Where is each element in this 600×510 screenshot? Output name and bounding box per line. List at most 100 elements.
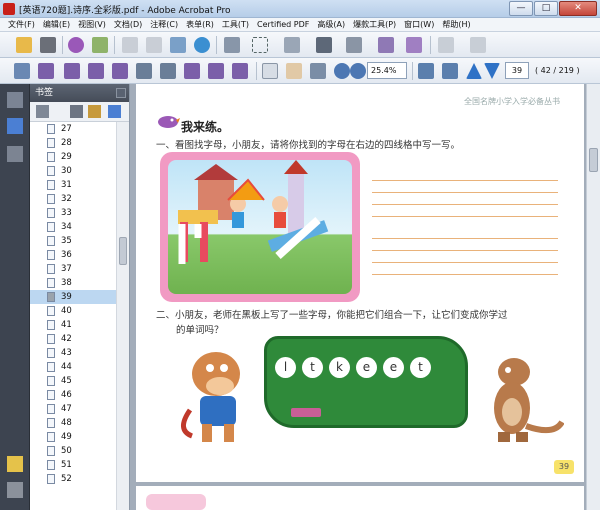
bookmark-item[interactable]: 50 xyxy=(30,444,117,458)
bookmark-item[interactable]: 51 xyxy=(30,458,117,472)
fit-width-icon[interactable] xyxy=(442,63,458,79)
menu-plugin-tools[interactable]: 爆款工具(P) xyxy=(349,19,400,30)
zoom-in-icon[interactable] xyxy=(350,63,366,79)
open-folder-icon[interactable] xyxy=(16,37,32,53)
bookmark-item[interactable]: 45 xyxy=(30,374,117,388)
collapse-panel-icon[interactable] xyxy=(116,88,126,98)
four-line-grid[interactable] xyxy=(372,238,558,278)
bookmark-item[interactable]: 43 xyxy=(30,346,117,360)
bookmark-item[interactable]: 47 xyxy=(30,402,117,416)
bookmark-item[interactable]: 30 xyxy=(30,164,117,178)
maximize-button[interactable]: □ xyxy=(534,1,558,16)
warning-icon[interactable] xyxy=(232,63,248,79)
filter-icon[interactable] xyxy=(112,63,128,79)
bookmark-item[interactable]: 36 xyxy=(30,248,117,262)
bookmark-item[interactable]: 40 xyxy=(30,304,117,318)
stamp-tool-icon[interactable] xyxy=(346,37,362,53)
page-number-input[interactable]: 39 xyxy=(505,62,529,79)
rotate-tool-icon[interactable] xyxy=(470,37,486,53)
select-tool-icon[interactable] xyxy=(224,37,240,53)
bookmark-item[interactable]: 41 xyxy=(30,318,117,332)
review-icon[interactable] xyxy=(38,63,54,79)
bookmark-item[interactable]: 49 xyxy=(30,430,117,444)
menu-advanced[interactable]: 高级(A) xyxy=(313,19,349,30)
page-bookmark-icon xyxy=(47,376,55,386)
create-pdf-icon[interactable] xyxy=(68,37,84,53)
bookmark-item[interactable]: 39 xyxy=(30,290,117,304)
page-tool-icon[interactable] xyxy=(438,37,454,53)
bookmark-item[interactable]: 35 xyxy=(30,234,117,248)
bookmark-item[interactable]: 38 xyxy=(30,276,117,290)
zoom-input[interactable]: 25.4% xyxy=(367,62,407,79)
globe-icon[interactable] xyxy=(194,37,210,53)
expand-bookmark-icon[interactable] xyxy=(108,105,121,118)
settings-icon[interactable] xyxy=(88,63,104,79)
bookmark-item[interactable]: 48 xyxy=(30,416,117,430)
move-tool-icon[interactable] xyxy=(284,37,300,53)
delete-bookmark-icon[interactable] xyxy=(70,105,83,118)
zoom-out-icon[interactable] xyxy=(334,63,350,79)
bookmark-item[interactable]: 28 xyxy=(30,136,117,150)
bookmark-item[interactable]: 32 xyxy=(30,192,117,206)
menu-view[interactable]: 视图(V) xyxy=(74,19,110,30)
print-preview-icon[interactable] xyxy=(160,63,176,79)
menu-file[interactable]: 文件(F) xyxy=(4,19,39,30)
table-icon[interactable] xyxy=(136,63,152,79)
attach-tool-icon[interactable] xyxy=(406,37,422,53)
menu-tools[interactable]: 工具(T) xyxy=(218,19,253,30)
bookmark-item[interactable]: 27 xyxy=(30,122,117,136)
new-bookmark-icon[interactable] xyxy=(88,105,101,118)
bookmark-item[interactable]: 33 xyxy=(30,206,117,220)
bookmark-item[interactable]: 29 xyxy=(30,150,117,164)
menu-window[interactable]: 窗口(W) xyxy=(400,19,438,30)
text-tool-icon[interactable] xyxy=(316,37,332,53)
print-icon[interactable] xyxy=(40,37,56,53)
menu-document[interactable]: 文档(D) xyxy=(110,19,146,30)
menu-help[interactable]: 帮助(H) xyxy=(438,19,474,30)
previous-page-icon[interactable] xyxy=(466,63,482,79)
next-page-icon[interactable] xyxy=(484,63,500,79)
bookmark-item[interactable]: 42 xyxy=(30,332,117,346)
signatures-panel-icon[interactable] xyxy=(7,146,23,162)
bookmark-item[interactable]: 37 xyxy=(30,262,117,276)
bookmark-item[interactable]: 46 xyxy=(30,388,117,402)
menu-forms[interactable]: 表单(R) xyxy=(182,19,218,30)
fit-page-icon[interactable] xyxy=(418,63,434,79)
menu-certified-pdf[interactable]: Certified PDF xyxy=(253,20,313,29)
email-icon[interactable] xyxy=(170,37,186,53)
document-scrollbar[interactable] xyxy=(586,84,600,510)
comments-panel-icon[interactable] xyxy=(7,456,23,472)
menu-comments[interactable]: 注释(C) xyxy=(146,19,182,30)
document-scroll-thumb[interactable] xyxy=(589,148,598,172)
menu-edit[interactable]: 编辑(E) xyxy=(39,19,74,30)
marquee-tool-icon[interactable] xyxy=(252,37,268,53)
bookmark-item[interactable]: 44 xyxy=(30,360,117,374)
export-icon[interactable] xyxy=(92,37,108,53)
bookmark-label: 36 xyxy=(61,250,72,260)
bookmarks-scrollbar[interactable] xyxy=(116,122,129,510)
attachments-panel-icon[interactable] xyxy=(7,482,23,498)
bookmarks-panel-icon[interactable] xyxy=(7,118,23,134)
text-select-icon[interactable] xyxy=(262,63,278,79)
sign-icon[interactable] xyxy=(64,63,80,79)
options-gear-icon[interactable] xyxy=(36,105,49,118)
search-icon[interactable] xyxy=(14,63,30,79)
save-as-icon[interactable] xyxy=(146,37,162,53)
four-line-grid[interactable] xyxy=(372,180,558,220)
camera-icon[interactable] xyxy=(208,63,224,79)
bookmark-label: 51 xyxy=(61,460,72,470)
hand-tool-icon[interactable] xyxy=(286,63,302,79)
pages-panel-icon[interactable] xyxy=(7,92,23,108)
highlight-tool-icon[interactable] xyxy=(378,37,394,53)
bird-mascot-icon xyxy=(158,116,180,128)
bookmarks-scroll-thumb[interactable] xyxy=(119,237,127,265)
minimize-button[interactable]: — xyxy=(509,1,533,16)
close-button[interactable]: ✕ xyxy=(559,1,597,16)
bookmark-item[interactable]: 34 xyxy=(30,220,117,234)
zoom-tool-icon[interactable] xyxy=(310,63,326,79)
bookmark-item[interactable]: 52 xyxy=(30,472,117,486)
writing-grid-area[interactable] xyxy=(372,180,558,296)
bookmark-item[interactable]: 31 xyxy=(30,178,117,192)
layout-icon[interactable] xyxy=(184,63,200,79)
save-icon[interactable] xyxy=(122,37,138,53)
